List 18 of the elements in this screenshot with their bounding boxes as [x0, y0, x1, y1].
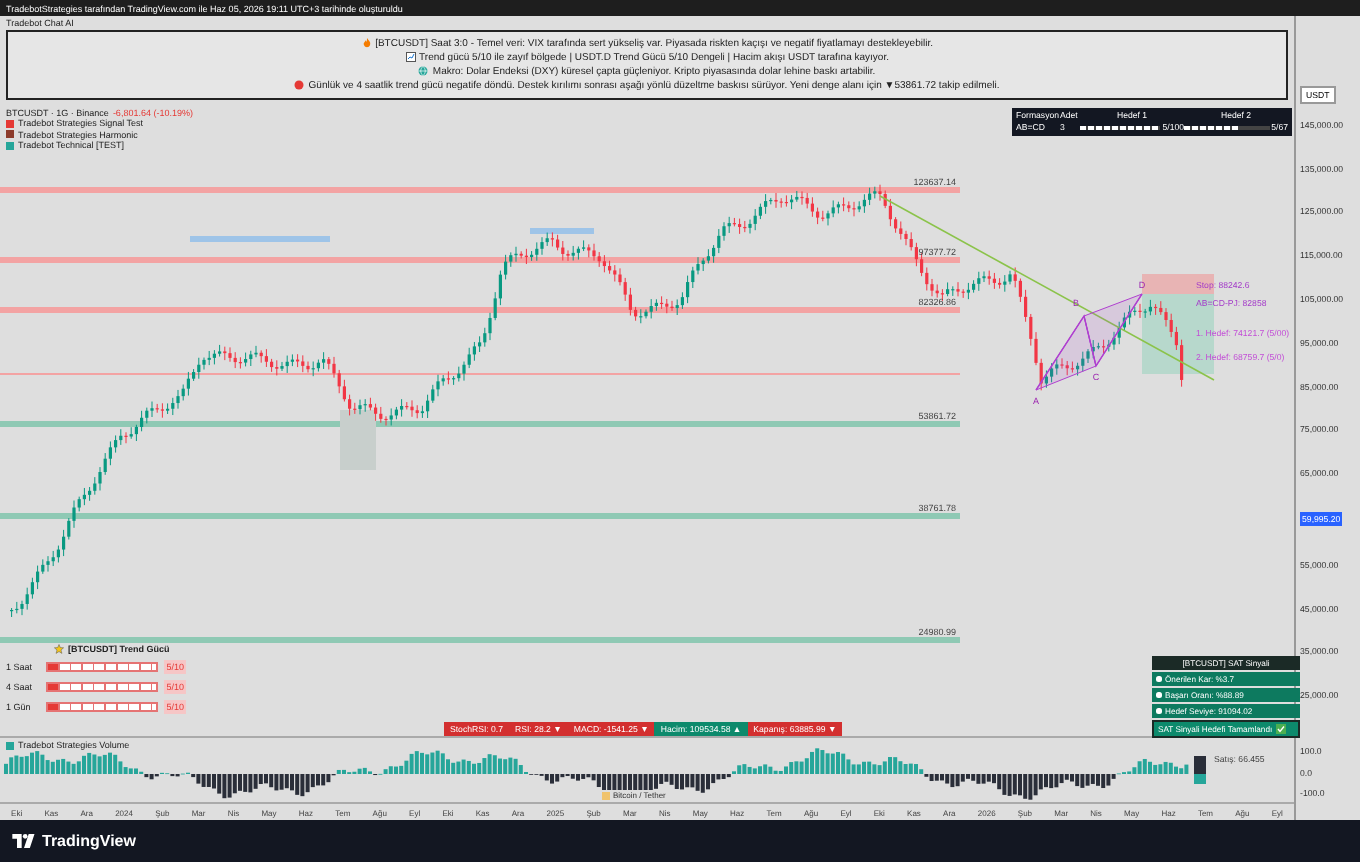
- pressure-gauge-icon: [1194, 756, 1206, 785]
- bullet-icon: [1156, 676, 1161, 682]
- symbol-icon: [602, 791, 610, 800]
- chart-icon: [405, 52, 416, 63]
- bullet-icon: [1156, 692, 1161, 698]
- flame-icon: [361, 38, 372, 49]
- range-box: [190, 235, 330, 242]
- bullet-icon: [1156, 708, 1161, 714]
- star-icon: [54, 643, 64, 654]
- indicator-icon: [6, 741, 14, 750]
- range-box: [530, 227, 594, 234]
- brand-logo-icon: [12, 834, 36, 848]
- range-box: [340, 409, 376, 470]
- stop-zone: [1142, 273, 1214, 294]
- brand-name: TradingView: [42, 832, 136, 850]
- harmonic-pattern-drawing: [1035, 292, 1143, 391]
- globe-icon: [418, 66, 429, 77]
- alert-dot-icon: [294, 80, 305, 91]
